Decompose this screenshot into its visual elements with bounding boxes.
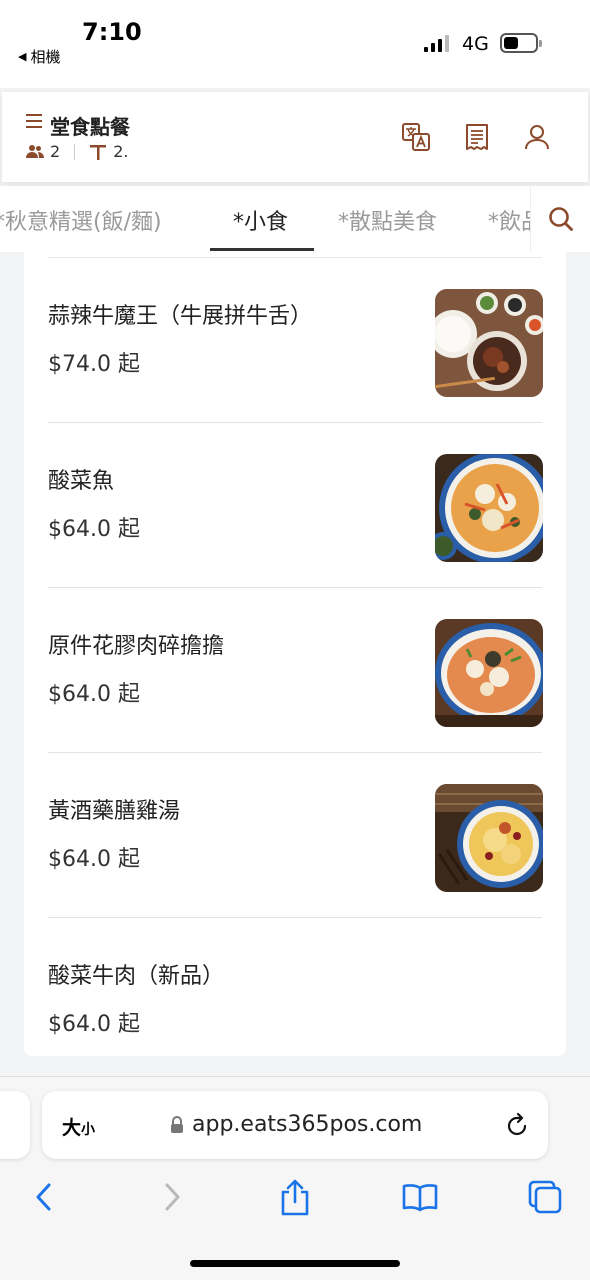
status-bar: 7:10 ◀ 相機 4G xyxy=(0,0,590,88)
previous-tab-preview[interactable] xyxy=(0,1091,30,1159)
home-indicator xyxy=(190,1260,400,1267)
menu-item-name: 原件花膠肉碎擔擔 xyxy=(48,634,225,659)
battery-level xyxy=(504,37,518,49)
tabs-button[interactable] xyxy=(525,1177,565,1217)
menu-item[interactable]: 蒜辣牛魔王（牛展拼牛舌） $74.0 起 xyxy=(24,258,566,423)
food-photo-beef-platter[interactable] xyxy=(435,289,543,397)
text-size-large-label: 大 xyxy=(62,1117,82,1139)
search-icon xyxy=(548,207,573,231)
table-icon xyxy=(90,144,107,160)
menu-list: 蒜辣牛魔王（牛展拼牛舌） $74.0 起 酸菜魚 $64.0 起 原件花膠肉碎擔… xyxy=(24,252,566,1056)
url-text: app.eats365pos.com xyxy=(192,1112,423,1137)
share-button[interactable] xyxy=(275,1177,315,1217)
reload-icon[interactable] xyxy=(504,1111,530,1139)
menu-item-name: 酸菜牛肉（新品） xyxy=(48,964,225,989)
back-to-app-link[interactable]: ◀ 相機 xyxy=(18,46,60,67)
translate-icon[interactable] xyxy=(401,122,431,152)
app-header: 堂食點餐 2 2. xyxy=(2,92,588,182)
tab-autumn-selection[interactable]: *秋意精選(飯/麵) xyxy=(0,204,162,236)
guest-count: 2 xyxy=(50,142,61,161)
menu-item-name: 酸菜魚 xyxy=(48,469,115,494)
book-icon xyxy=(402,1184,438,1212)
user-icon[interactable] xyxy=(522,122,552,152)
menu-item[interactable]: 黃酒藥膳雞湯 $64.0 起 xyxy=(24,753,566,918)
browser-toolbar: 大小 app.eats365pos.com xyxy=(0,1076,590,1280)
signal-strength-icon xyxy=(424,35,449,52)
tabs-icon xyxy=(528,1180,562,1214)
status-time: 7:10 xyxy=(82,18,142,46)
order-meta: 2 2. xyxy=(26,142,128,161)
menu-item-price: $74.0 起 xyxy=(48,352,140,377)
tab-drinks[interactable]: *飲品 xyxy=(488,204,530,236)
menu-item-price: $64.0 起 xyxy=(48,847,140,872)
menu-item[interactable]: 原件花膠肉碎擔擔 $64.0 起 xyxy=(24,588,566,753)
menu-item-price: $64.0 起 xyxy=(48,1012,140,1037)
back-button[interactable] xyxy=(24,1177,64,1217)
guests-icon xyxy=(26,144,44,158)
menu-icon[interactable] xyxy=(26,114,42,128)
text-size-button[interactable]: 大小 xyxy=(62,1113,95,1140)
battery-icon xyxy=(500,33,542,53)
active-tab-indicator xyxy=(210,248,314,251)
share-icon xyxy=(281,1179,309,1216)
chevron-left-icon xyxy=(36,1183,51,1211)
table-number: 2. xyxy=(113,142,129,161)
food-photo-pickled-fish[interactable] xyxy=(435,454,543,562)
text-size-small-label: 小 xyxy=(81,1122,96,1138)
bookmarks-button[interactable] xyxy=(400,1177,440,1217)
back-app-label: 相機 xyxy=(30,48,61,66)
food-photo-chicken-soup[interactable] xyxy=(435,784,543,892)
menu-item-price: $64.0 起 xyxy=(48,682,140,707)
url-display[interactable]: app.eats365pos.com xyxy=(170,1112,422,1137)
category-tabs: *秋意精選(飯/麵) *小食 *散點美食 *飲品 xyxy=(0,186,530,252)
chevron-right-icon xyxy=(165,1183,180,1211)
menu-item-price: $64.0 起 xyxy=(48,517,140,542)
menu-item[interactable]: 酸菜魚 $64.0 起 xyxy=(24,423,566,588)
lock-icon xyxy=(171,1115,183,1133)
address-bar[interactable]: 大小 app.eats365pos.com xyxy=(42,1091,548,1159)
food-photo-dandan-noodles[interactable] xyxy=(435,619,543,727)
receipt-icon[interactable] xyxy=(462,122,492,152)
page-title: 堂食點餐 xyxy=(50,115,130,139)
back-triangle-icon: ◀ xyxy=(18,50,27,63)
menu-item-name: 黃酒藥膳雞湯 xyxy=(48,799,181,824)
tab-snacks[interactable]: *小食 xyxy=(233,204,288,236)
menu-item[interactable]: 酸菜牛肉（新品） $64.0 起 xyxy=(24,918,566,1056)
search-button[interactable] xyxy=(530,186,590,252)
network-type: 4G xyxy=(462,33,489,55)
forward-button[interactable] xyxy=(152,1177,192,1217)
meta-divider xyxy=(74,143,76,160)
tab-a-la-carte[interactable]: *散點美食 xyxy=(338,204,437,236)
menu-item-name: 蒜辣牛魔王（牛展拼牛舌） xyxy=(48,304,313,329)
